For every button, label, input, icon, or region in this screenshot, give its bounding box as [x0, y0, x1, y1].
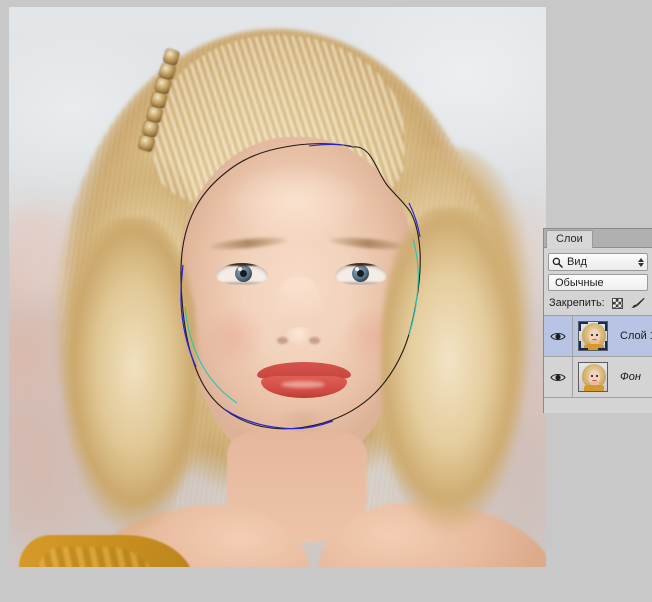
layer-filter-dropdown[interactable]: Вид [548, 253, 648, 271]
layer-name-label[interactable]: Слой 1 [613, 330, 652, 342]
lock-icon-group [611, 297, 645, 309]
tab-layers-label: Слои [556, 233, 583, 245]
layer-name-label[interactable]: Фон [613, 371, 652, 383]
blend-mode-dropdown[interactable]: Обычные [548, 274, 648, 291]
layer-filter-value: Вид [567, 256, 587, 268]
blend-mode-value: Обычные [555, 276, 604, 289]
portrait-photo[interactable] [9, 7, 546, 567]
eye-icon [550, 373, 566, 381]
layers-panel[interactable]: Слои Вид Обычные Закрепить: Слой Фон [543, 228, 652, 413]
layer-thumbnail[interactable] [578, 362, 608, 392]
eye-icon [550, 332, 566, 340]
lock-controls-row: Закрепить: [548, 295, 648, 311]
table-row[interactable]: Фон [544, 357, 652, 398]
app-root: Слои Вид Обычные Закрепить: Слой Фон [0, 0, 652, 602]
checkerboard-transparency-icon[interactable] [611, 297, 623, 309]
layer-thumbnail-cell[interactable] [573, 362, 613, 392]
search-icon [552, 257, 563, 268]
layers-panel-body: Вид Обычные Закрепить: Слой Фон [544, 248, 652, 398]
layer-visibility-toggle[interactable] [544, 357, 573, 397]
brush-icon[interactable] [631, 297, 645, 309]
layer-thumbnail-cell[interactable] [573, 321, 613, 351]
table-row[interactable]: Слой 1 [544, 316, 652, 357]
layer-visibility-toggle[interactable] [544, 316, 573, 356]
tab-layers[interactable]: Слои [546, 230, 593, 248]
lock-label: Закрепить: [549, 297, 605, 309]
layer-list[interactable]: Слой 1 [544, 315, 652, 398]
face-selection-path[interactable] [9, 7, 546, 567]
layer-thumbnail[interactable] [578, 321, 608, 351]
panel-tab-bar[interactable]: Слои [544, 229, 652, 248]
up-down-arrows-icon[interactable] [638, 257, 644, 267]
